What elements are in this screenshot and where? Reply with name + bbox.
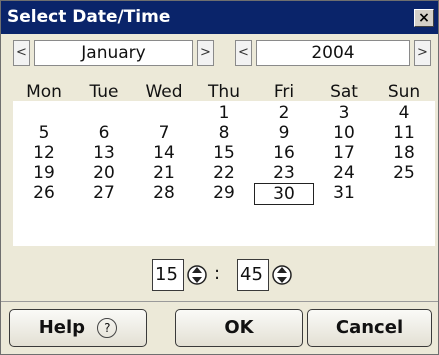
calendar-day[interactable]: 7 (134, 123, 194, 145)
calendar-day[interactable]: 17 (314, 143, 374, 165)
calendar-day[interactable]: 29 (194, 183, 254, 205)
calendar-day[interactable]: 20 (74, 163, 134, 185)
calendar-day[interactable]: 2 (254, 103, 314, 125)
cancel-button[interactable]: Cancel (307, 309, 432, 347)
calendar-day-selected[interactable]: 30 (254, 183, 314, 205)
calendar-day[interactable]: 21 (134, 163, 194, 185)
next-month-button[interactable]: > (197, 40, 214, 66)
time-selector: 15 : 45 (1, 259, 438, 295)
calendar-day[interactable]: 19 (14, 163, 74, 185)
calendar-day[interactable]: 22 (194, 163, 254, 185)
calendar-day[interactable]: 14 (134, 143, 194, 165)
month-field[interactable]: January (34, 40, 193, 66)
minute-field[interactable]: 45 (237, 259, 269, 291)
calendar-grid: Mon Tue Wed Thu Fri Sat Sun 1 2 3 4 5 6 7 8 9 10 11 12 13 14… (13, 81, 435, 246)
help-label: Help (38, 317, 86, 338)
hour-spinner-icon[interactable] (187, 259, 207, 291)
calendar-day[interactable]: 10 (314, 123, 374, 145)
weekday-header: Thu (208, 82, 240, 102)
title-bar: Select Date/Time × (1, 1, 438, 34)
year-field[interactable]: 2004 (256, 40, 410, 66)
calendar-day[interactable]: 9 (254, 123, 314, 145)
calendar-day[interactable]: 25 (374, 163, 434, 185)
prev-year-button[interactable]: < (235, 40, 252, 66)
calendar-day[interactable]: 13 (74, 143, 134, 165)
weekday-header: Sun (387, 82, 421, 102)
calendar-day[interactable]: 28 (134, 183, 194, 205)
calendar-day[interactable]: 3 (314, 103, 374, 125)
calendar-day[interactable]: 8 (194, 123, 254, 145)
calendar-day[interactable]: 4 (374, 103, 434, 125)
calendar-day[interactable]: 31 (314, 183, 374, 205)
ok-button[interactable]: OK (175, 309, 303, 347)
help-icon: ? (97, 318, 118, 338)
weekday-header: Fri (273, 82, 295, 102)
weekday-header: Wed (145, 82, 183, 102)
weekday-header: Mon (26, 82, 62, 102)
divider (1, 301, 438, 302)
month-year-navigation: < January > < 2004 > (1, 40, 438, 66)
calendar-day[interactable]: 26 (14, 183, 74, 205)
select-datetime-dialog: Select Date/Time × < January > < 2004 > … (0, 0, 439, 355)
calendar-day[interactable]: 27 (74, 183, 134, 205)
calendar-day[interactable]: 23 (254, 163, 314, 185)
hour-field[interactable]: 15 (152, 259, 184, 291)
close-icon: × (418, 10, 430, 26)
close-button[interactable]: × (414, 9, 434, 27)
next-year-button[interactable]: > (414, 40, 431, 66)
minute-spinner-icon[interactable] (272, 259, 292, 291)
dialog-title: Select Date/Time (7, 7, 171, 27)
calendar-day[interactable]: 5 (14, 123, 74, 145)
calendar-day[interactable]: 11 (374, 123, 434, 145)
calendar-day[interactable]: 12 (14, 143, 74, 165)
weekday-header: Sat (330, 82, 358, 102)
calendar-day[interactable]: 18 (374, 143, 434, 165)
calendar-day[interactable]: 24 (314, 163, 374, 185)
help-button[interactable]: Help ? (9, 309, 147, 347)
time-separator: : (214, 263, 221, 284)
weekday-header: Tue (89, 82, 119, 102)
calendar-day[interactable]: 15 (194, 143, 254, 165)
prev-month-button[interactable]: < (13, 40, 30, 66)
calendar-day[interactable]: 16 (254, 143, 314, 165)
calendar-day[interactable]: 6 (74, 123, 134, 145)
calendar-day[interactable]: 1 (194, 103, 254, 125)
